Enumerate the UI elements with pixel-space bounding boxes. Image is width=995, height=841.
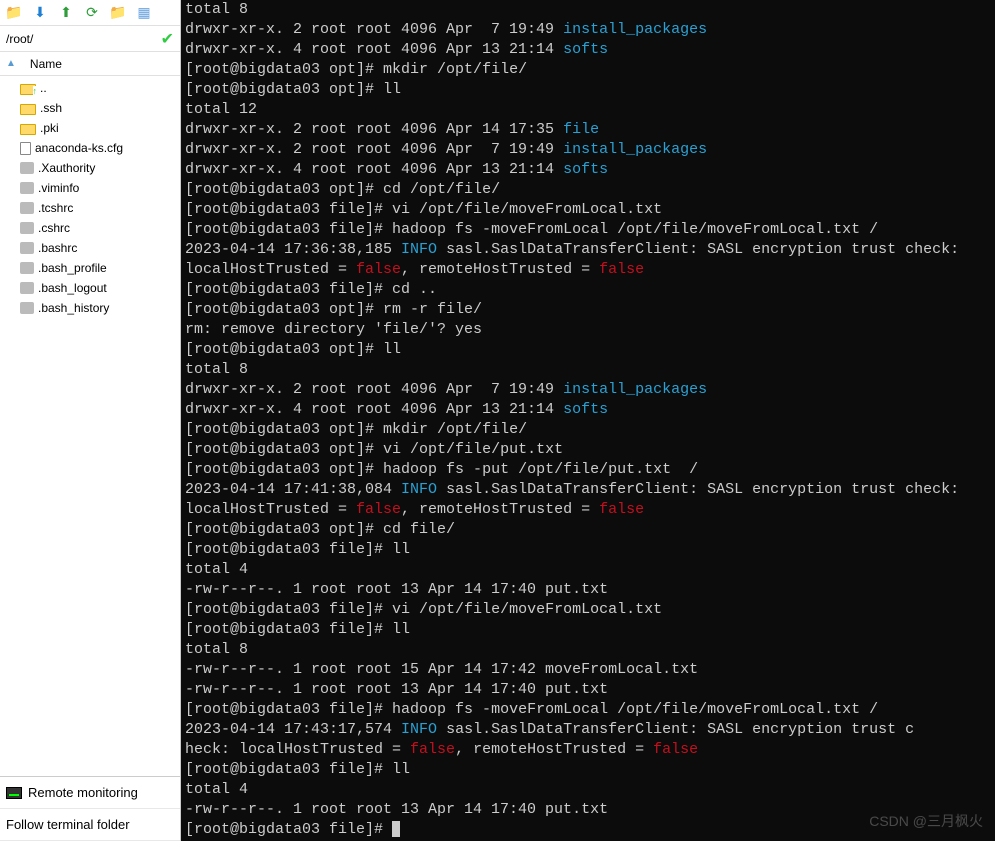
file-item[interactable]: .. [0, 78, 180, 98]
file-name: .cshrc [38, 221, 70, 235]
file-name: .Xauthority [38, 161, 95, 175]
follow-terminal-button[interactable]: Follow terminal folder [0, 809, 180, 841]
path-ok-icon: ✔ [161, 29, 174, 49]
file-name: .pki [40, 121, 59, 135]
upload-icon[interactable]: ⬆ [58, 5, 74, 21]
file-item[interactable]: .tcshrc [0, 198, 180, 218]
file-item[interactable]: .Xauthority [0, 158, 180, 178]
sidebar-bottom: Remote monitoring Follow terminal folder [0, 776, 180, 841]
file-icon [20, 142, 31, 155]
folder-icon [20, 104, 36, 115]
file-list[interactable]: .. .ssh .pki anaconda-ks.cfg .Xauthority .vim… [0, 76, 180, 776]
follow-terminal-label: Follow terminal folder [6, 817, 130, 832]
config-file-icon [20, 162, 34, 174]
file-name: .ssh [40, 101, 62, 115]
file-item[interactable]: .bash_logout [0, 278, 180, 298]
properties-icon[interactable]: ▦ [136, 5, 152, 21]
download-icon[interactable]: ⬇ [32, 5, 48, 21]
config-file-icon [20, 242, 34, 254]
file-browser-sidebar: 📁 ⬇ ⬆ ⟳ 📁 ▦ /root/ ✔ ▲ Name .. .ssh .pki an… [0, 0, 181, 841]
file-item[interactable]: anaconda-ks.cfg [0, 138, 180, 158]
folder-up-icon[interactable]: 📁 [6, 5, 22, 21]
file-item[interactable]: .bash_history [0, 298, 180, 318]
file-name: .viminfo [38, 181, 79, 195]
file-item[interactable]: .bash_profile [0, 258, 180, 278]
file-item[interactable]: .pki [0, 118, 180, 138]
file-name: .tcshrc [38, 201, 73, 215]
config-file-icon [20, 222, 34, 234]
file-item[interactable]: .viminfo [0, 178, 180, 198]
path-bar: /root/ ✔ [0, 26, 180, 52]
file-list-header[interactable]: ▲ Name [0, 52, 180, 76]
file-name: .bashrc [38, 241, 77, 255]
sort-icon[interactable]: ▲ [6, 58, 16, 69]
file-name: anaconda-ks.cfg [35, 141, 123, 155]
file-name: .. [40, 81, 47, 95]
new-folder-icon[interactable]: 📁 [110, 5, 126, 21]
config-file-icon [20, 302, 34, 314]
remote-monitoring-label: Remote monitoring [28, 785, 138, 800]
config-file-icon [20, 182, 34, 194]
file-item[interactable]: .bashrc [0, 238, 180, 258]
folder-icon [20, 124, 36, 135]
file-name: .bash_history [38, 301, 109, 315]
file-toolbar: 📁 ⬇ ⬆ ⟳ 📁 ▦ [0, 0, 180, 26]
name-column-header[interactable]: Name [30, 57, 62, 71]
folder-up-icon [20, 84, 36, 95]
config-file-icon [20, 202, 34, 214]
file-name: .bash_logout [38, 281, 107, 295]
path-input[interactable]: /root/ [6, 32, 161, 46]
refresh-icon[interactable]: ⟳ [84, 5, 100, 21]
file-name: .bash_profile [38, 261, 107, 275]
file-item[interactable]: .ssh [0, 98, 180, 118]
terminal-output[interactable]: total 8drwxr-xr-x. 2 root root 4096 Apr … [181, 0, 995, 841]
remote-monitoring-button[interactable]: Remote monitoring [0, 777, 180, 809]
file-item[interactable]: .cshrc [0, 218, 180, 238]
config-file-icon [20, 262, 34, 274]
monitor-icon [6, 787, 22, 799]
config-file-icon [20, 282, 34, 294]
